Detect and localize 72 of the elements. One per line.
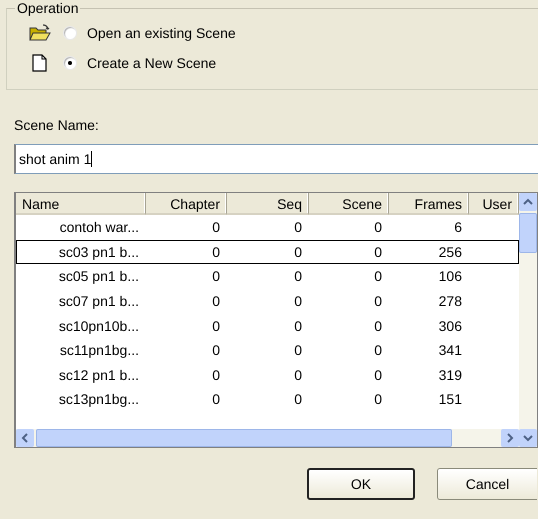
table-cell-text: 0 (293, 342, 303, 358)
list-row[interactable]: sc07 pn1 b... 0 0 0 278 (16, 288, 519, 314)
table-cell-text: 0 (211, 268, 221, 284)
list-row[interactable]: sc10pn10b... 0 0 0 306 (16, 313, 519, 338)
list-row[interactable]: sc13pn1bg... 0 0 0 151 (16, 387, 519, 412)
table-cell-text: 0 (293, 293, 303, 310)
table-cell-text: sc03 pn1 b... (58, 244, 140, 260)
table-cell-text: 106 (438, 268, 463, 284)
table-cell-text: 0 (373, 318, 383, 334)
table-cell-text: 0 (211, 244, 221, 260)
table-cell-text: 0 (211, 318, 221, 334)
table-cell-text: 6 (453, 219, 463, 236)
list-row[interactable]: contoh war... 0 0 0 6 (16, 215, 519, 240)
table-cell-text: 341 (438, 342, 463, 358)
table-cell-text: 0 (373, 366, 383, 383)
table-cell-text: 278 (438, 293, 463, 310)
list-row[interactable]: sc12 pn1 b... 0 0 0 319 (16, 362, 519, 388)
table-cell-text: 0 (211, 342, 221, 358)
scroll-up-icon[interactable] (519, 193, 537, 211)
radio-button[interactable] (63, 56, 77, 70)
vertical-scrollbar[interactable] (519, 193, 537, 447)
table-cell-text: 0 (293, 268, 303, 284)
table-cell-text: 0 (293, 366, 303, 383)
table-cell-text: 0 (373, 342, 383, 358)
table-cell-text: 306 (438, 318, 463, 334)
list-row[interactable]: sc11pn1bg... 0 0 0 341 (16, 338, 519, 363)
table-cell-text: sc05 pn1 b... (58, 268, 140, 284)
scroll-thumb[interactable] (519, 213, 537, 253)
column-header[interactable]: Chapter (146, 193, 227, 215)
scroll-thumb[interactable] (36, 429, 452, 447)
column-header[interactable]: Seq (227, 193, 309, 215)
table-cell-text: 0 (293, 391, 303, 408)
radio-option[interactable]: Create a New Scene (63, 55, 216, 71)
table-cell-text: 319 (438, 366, 463, 383)
open-folder-icon (29, 24, 51, 42)
table-cell-text: 0 (293, 318, 303, 334)
horizontal-scrollbar[interactable] (16, 429, 519, 447)
scene-name-field[interactable]: shot anim 1 (14, 144, 538, 174)
column-header[interactable]: Name (16, 193, 146, 215)
cancel-button[interactable]: Cancel (437, 468, 537, 500)
table-cell-text: 0 (293, 219, 303, 236)
column-header[interactable]: User (469, 193, 519, 215)
column-header[interactable]: Frames (389, 193, 469, 215)
list-row[interactable]: sc03 pn1 b... 0 0 0 256 (16, 240, 519, 264)
group-title: Operation (16, 0, 80, 16)
table-cell-text: sc10pn10b... (58, 318, 140, 334)
table-cell-text: sc11pn1bg... (58, 342, 140, 358)
column-header[interactable]: Scene (309, 193, 389, 215)
table-cell-text: contoh war... (58, 219, 140, 236)
table-cell-text: sc07 pn1 b... (58, 293, 140, 310)
table-cell-text: 0 (211, 219, 221, 236)
scroll-left-icon[interactable] (16, 429, 34, 447)
table-cell-text: 0 (373, 268, 383, 284)
table-cell-text: 0 (373, 219, 383, 236)
table-cell-text: 0 (293, 244, 303, 260)
table-cell-text: sc13pn1bg... (58, 391, 140, 408)
table-cell-text: 0 (373, 293, 383, 310)
table-cell-text: 256 (438, 244, 463, 260)
list-row[interactable]: sc05 pn1 b... 0 0 0 106 (16, 264, 519, 289)
radio-button[interactable] (63, 26, 77, 40)
scroll-right-icon[interactable] (501, 429, 519, 447)
table-cell-text: 0 (211, 293, 221, 310)
field-label: Scene Name: (14, 117, 100, 135)
ok-button[interactable]: OK (307, 468, 415, 500)
radio-option[interactable]: Open an existing Scene (63, 25, 236, 41)
table-cell-text: 0 (211, 366, 221, 383)
table-cell-text: 151 (438, 391, 463, 408)
scroll-down-icon[interactable] (519, 429, 537, 447)
table-cell-text: 0 (211, 391, 221, 408)
table-cell-text: sc12 pn1 b... (58, 366, 140, 383)
table-cell-text: 0 (373, 244, 383, 260)
table-cell-text: 0 (373, 391, 383, 408)
